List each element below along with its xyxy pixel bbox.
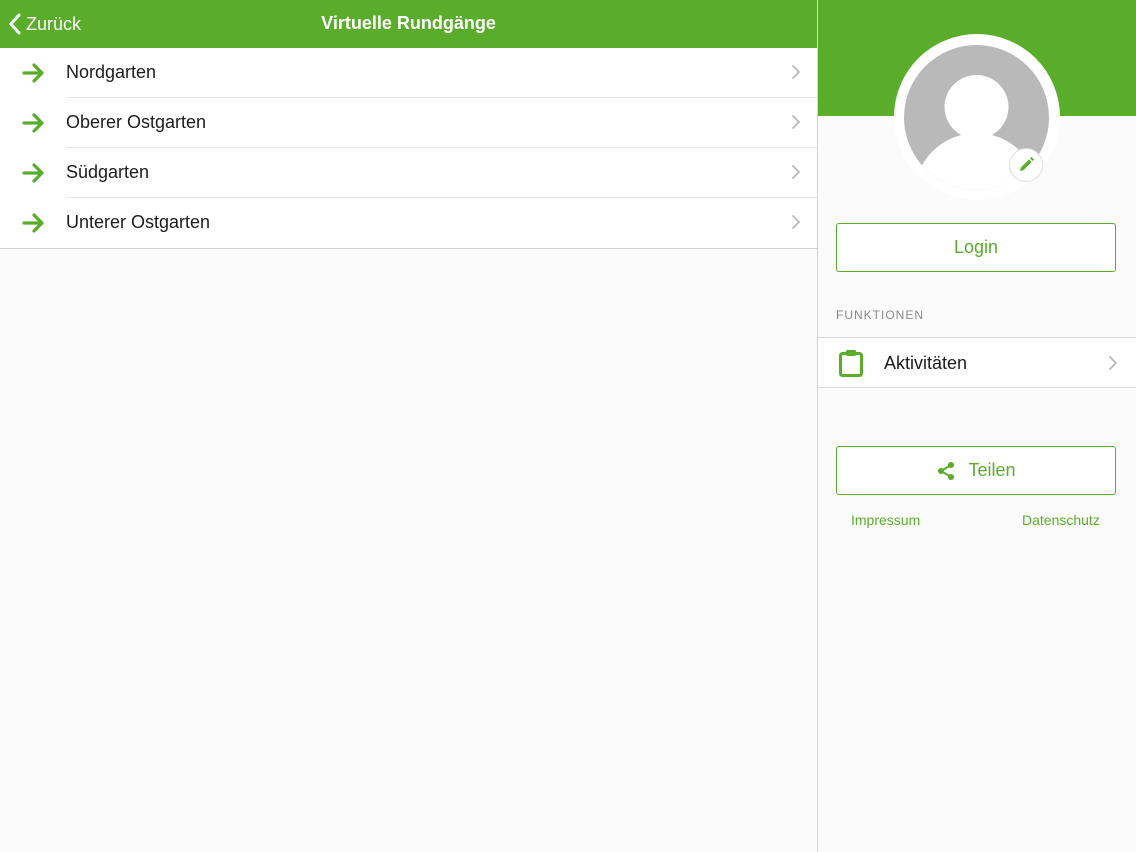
edit-avatar-button[interactable] (1009, 148, 1043, 182)
chevron-right-icon (1109, 356, 1117, 370)
arrow-right-icon (22, 113, 44, 133)
list-item-tour[interactable]: Südgarten (0, 148, 817, 198)
share-label: Teilen (968, 460, 1016, 480)
chevron-right-icon (792, 115, 800, 129)
arrow-right-icon (22, 213, 44, 233)
clipboard-icon (839, 350, 863, 377)
chevron-right-icon (792, 65, 800, 79)
tour-list: Nordgarten Oberer Ostgarten Südgarten Un… (0, 48, 817, 249)
function-item-activities[interactable]: Aktivitäten (818, 337, 1136, 388)
function-label: Aktivitäten (884, 353, 968, 373)
tour-label: Unterer Ostgarten (66, 212, 211, 232)
tour-label: Nordgarten (66, 62, 157, 82)
chevron-right-icon (792, 215, 800, 229)
arrow-right-icon (22, 163, 44, 183)
pencil-icon (1020, 157, 1034, 171)
chevron-right-icon (792, 165, 800, 179)
tour-label: Oberer Ostgarten (66, 112, 207, 132)
share-icon (938, 461, 955, 480)
sidebar: Login FUNKTIONEN Aktivitäten Teilen Impr… (818, 0, 1136, 852)
list-item-tour[interactable]: Unterer Ostgarten (0, 198, 817, 248)
list-item-tour[interactable]: Oberer Ostgarten (0, 98, 817, 148)
share-button[interactable]: Teilen (836, 446, 1116, 495)
imprint-link[interactable]: Impressum (851, 512, 920, 528)
tour-label: Südgarten (66, 162, 150, 182)
login-label: Login (953, 237, 999, 257)
main-pane: Zurück Virtuelle Rundgänge Nordgarten Ob… (0, 0, 817, 852)
arrow-right-icon (22, 63, 44, 83)
navigation-bar: Zurück Virtuelle Rundgänge (0, 0, 817, 48)
list-item-tour[interactable]: Nordgarten (0, 48, 817, 98)
login-button[interactable]: Login (836, 223, 1116, 272)
privacy-link[interactable]: Datenschutz (1022, 512, 1100, 528)
page-title: Virtuelle Rundgänge (321, 13, 496, 33)
section-title-functions: FUNKTIONEN (836, 308, 924, 322)
